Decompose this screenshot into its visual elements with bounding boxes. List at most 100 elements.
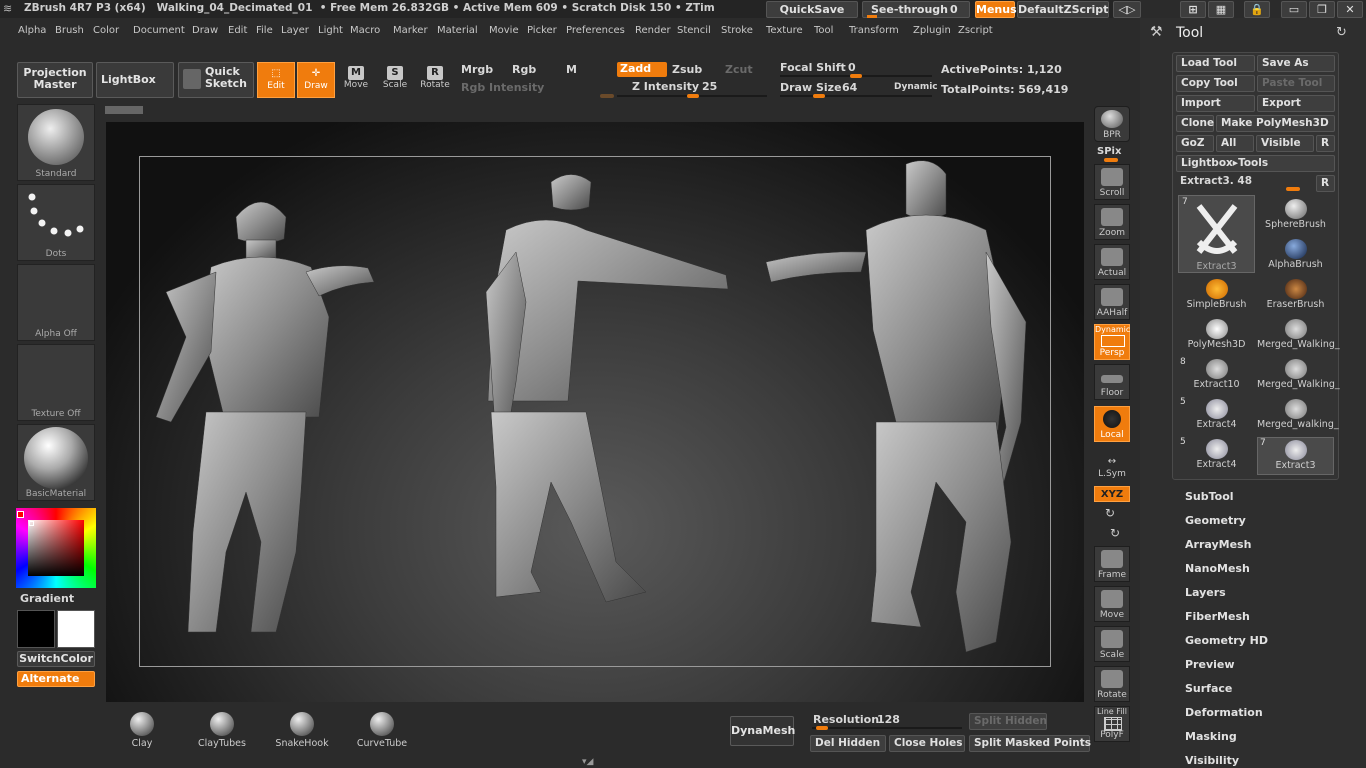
tool-thumb-extract3[interactable]: 7 Extract3: [1257, 437, 1334, 475]
lsym-button[interactable]: ↔ L.Sym: [1094, 450, 1130, 480]
zsub-button[interactable]: Zsub: [672, 63, 702, 76]
menu-brush[interactable]: Brush: [55, 25, 84, 36]
lightbox-button[interactable]: LightBox: [96, 62, 174, 98]
menu-draw[interactable]: Draw: [192, 25, 218, 36]
tool-thumb-extract4[interactable]: 5 Extract4: [1178, 397, 1255, 435]
rgb-intensity-handle[interactable]: [600, 94, 614, 98]
bottom-expand-icon[interactable]: ▾◢: [582, 757, 593, 767]
gradient-toggle[interactable]: Gradient: [20, 592, 74, 605]
tool-thumb-extract10[interactable]: 8 Extract10: [1178, 357, 1255, 395]
persp-button[interactable]: Dynamic Persp: [1094, 324, 1130, 360]
m-button[interactable]: M: [566, 63, 577, 76]
section-nanomesh[interactable]: NanoMesh: [1185, 562, 1250, 575]
secondary-color-swatch[interactable]: [57, 610, 95, 648]
rotate-view-button[interactable]: Rotate: [1094, 666, 1130, 702]
brush-snakehook[interactable]: SnakeHook: [264, 708, 340, 754]
menu-material[interactable]: Material: [437, 25, 478, 36]
rotate-z-icon[interactable]: ↻: [1110, 526, 1120, 540]
floor-button[interactable]: Floor: [1094, 364, 1130, 400]
draw-size-slider[interactable]: Draw Size 64 Dynamic: [780, 80, 938, 98]
frame-button[interactable]: Frame: [1094, 546, 1130, 582]
see-through-handle[interactable]: [867, 15, 877, 18]
brush-selector[interactable]: Standard: [17, 104, 95, 181]
brush-clay[interactable]: Clay: [104, 708, 180, 754]
switch-color-button[interactable]: SwitchColor: [17, 651, 95, 667]
menu-picker[interactable]: Picker: [527, 25, 557, 36]
rotate-button[interactable]: R Rotate: [416, 62, 454, 98]
draw-button[interactable]: ✛ Draw: [297, 62, 335, 98]
goz-r-button[interactable]: R: [1316, 135, 1335, 152]
layout-toggle-icon[interactable]: ◁▷: [1113, 1, 1141, 18]
menu-texture[interactable]: Texture: [766, 25, 803, 36]
current-tool-r-button[interactable]: R: [1316, 175, 1335, 192]
minimize-icon[interactable]: ▭: [1281, 1, 1307, 18]
del-hidden-button[interactable]: Del Hidden: [810, 735, 886, 752]
menu-marker[interactable]: Marker: [393, 25, 428, 36]
section-subtool[interactable]: SubTool: [1185, 490, 1234, 503]
window-layout-icon[interactable]: ⊞: [1180, 1, 1206, 18]
section-geometry-hd[interactable]: Geometry HD: [1185, 634, 1268, 647]
quick-sketch-button[interactable]: Quick Sketch: [178, 62, 254, 98]
section-arraymesh[interactable]: ArrayMesh: [1185, 538, 1251, 551]
z-intensity-handle[interactable]: [687, 94, 699, 98]
make-polymesh-button[interactable]: Make PolyMesh3D: [1216, 115, 1335, 132]
scroll-button[interactable]: Scroll: [1094, 164, 1130, 200]
scale-button[interactable]: S Scale: [376, 62, 414, 98]
menu-alpha[interactable]: Alpha: [18, 25, 46, 36]
tool-thumb-eraserbrush[interactable]: EraserBrush: [1257, 277, 1334, 315]
menus-button[interactable]: Menus: [975, 1, 1017, 18]
quicksave-button[interactable]: QuickSave: [766, 1, 858, 18]
mrgb-button[interactable]: Mrgb: [461, 63, 493, 76]
menu-tool[interactable]: Tool: [814, 25, 833, 36]
all-button[interactable]: All: [1216, 135, 1254, 152]
material-selector[interactable]: BasicMaterial: [17, 424, 95, 501]
dynamic-toggle[interactable]: Dynamic: [894, 82, 938, 92]
menu-layer[interactable]: Layer: [281, 25, 309, 36]
actual-button[interactable]: Actual: [1094, 244, 1130, 280]
import-button[interactable]: Import: [1176, 95, 1255, 112]
resolution-handle[interactable]: [816, 726, 828, 730]
menu-stroke[interactable]: Stroke: [721, 25, 753, 36]
close-holes-button[interactable]: Close Holes: [889, 735, 965, 752]
menu-macro[interactable]: Macro: [350, 25, 380, 36]
menu-document[interactable]: Document: [133, 25, 185, 36]
rgb-button[interactable]: Rgb: [512, 63, 536, 76]
section-deformation[interactable]: Deformation: [1185, 706, 1263, 719]
save-as-button[interactable]: Save As: [1257, 55, 1335, 72]
see-through-slider[interactable]: See-through 0: [862, 1, 970, 18]
scale-view-button[interactable]: Scale: [1094, 626, 1130, 662]
zbrush-logo-icon[interactable]: ≋: [3, 2, 19, 16]
focal-shift-slider[interactable]: Focal Shift 0: [780, 60, 934, 78]
menu-render[interactable]: Render: [635, 25, 671, 36]
stroke-selector[interactable]: Dots: [17, 184, 95, 261]
menu-preferences[interactable]: Preferences: [566, 25, 625, 36]
lightbox-tools-button[interactable]: Lightbox▸Tools: [1176, 155, 1335, 172]
move-view-button[interactable]: Move: [1094, 586, 1130, 622]
tool-thumb-extract4[interactable]: 5 Extract4: [1178, 437, 1255, 475]
restore-icon[interactable]: ❐: [1309, 1, 1335, 18]
texture-selector[interactable]: Texture Off: [17, 344, 95, 421]
bpr-button[interactable]: BPR: [1094, 106, 1130, 142]
tool-thumb-merged-walking-[interactable]: Merged_Walking_: [1257, 357, 1340, 395]
spix-slider[interactable]: SPix: [1094, 146, 1130, 162]
spix-handle[interactable]: [1104, 158, 1118, 162]
edit-button[interactable]: ⬚ Edit: [257, 62, 295, 98]
window-grid-icon[interactable]: ▦: [1208, 1, 1234, 18]
split-hidden-button[interactable]: Split Hidden: [969, 713, 1047, 730]
alpha-selector[interactable]: Alpha Off: [17, 264, 95, 341]
section-surface[interactable]: Surface: [1185, 682, 1232, 695]
draw-size-handle[interactable]: [813, 94, 825, 98]
tool-thumb-spherebrush[interactable]: SphereBrush: [1257, 197, 1334, 235]
menu-color[interactable]: Color: [93, 25, 119, 36]
section-preview[interactable]: Preview: [1185, 658, 1235, 671]
dynamesh-button[interactable]: DynaMesh: [730, 716, 795, 746]
section-fibermesh[interactable]: FiberMesh: [1185, 610, 1250, 623]
section-layers[interactable]: Layers: [1185, 586, 1226, 599]
tool-thumb-simplebrush[interactable]: SimpleBrush: [1178, 277, 1255, 315]
xyz-button[interactable]: XYZ: [1094, 486, 1130, 502]
lock-icon[interactable]: 🔒: [1244, 1, 1270, 18]
tool-thumb-merged-walking-[interactable]: Merged_Walking_: [1257, 317, 1340, 355]
close-icon[interactable]: ✕: [1337, 1, 1363, 18]
menu-transform[interactable]: Transform: [849, 25, 899, 36]
export-button[interactable]: Export: [1257, 95, 1335, 112]
